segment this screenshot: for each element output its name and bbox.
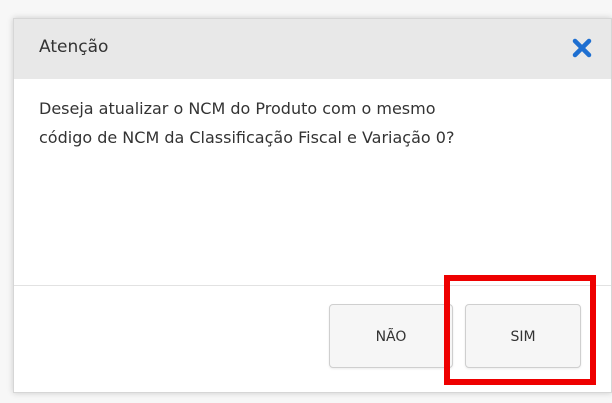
close-button[interactable]	[569, 33, 595, 61]
dialog-header: Atenção	[14, 19, 611, 79]
footer-divider	[14, 285, 611, 286]
no-button[interactable]: NÃO	[329, 304, 453, 368]
close-icon	[572, 38, 592, 58]
dialog-message-line-1: Deseja atualizar o NCM do Produto com o …	[39, 99, 436, 118]
confirmation-dialog: Atenção Deseja atualizar o NCM do Produt…	[13, 18, 612, 393]
dialog-message-line-2: código de NCM da Classificação Fiscal e …	[39, 128, 455, 147]
yes-button[interactable]: SIM	[465, 304, 581, 368]
dialog-message: Deseja atualizar o NCM do Produto com o …	[39, 94, 594, 152]
dialog-title: Atenção	[39, 37, 109, 57]
